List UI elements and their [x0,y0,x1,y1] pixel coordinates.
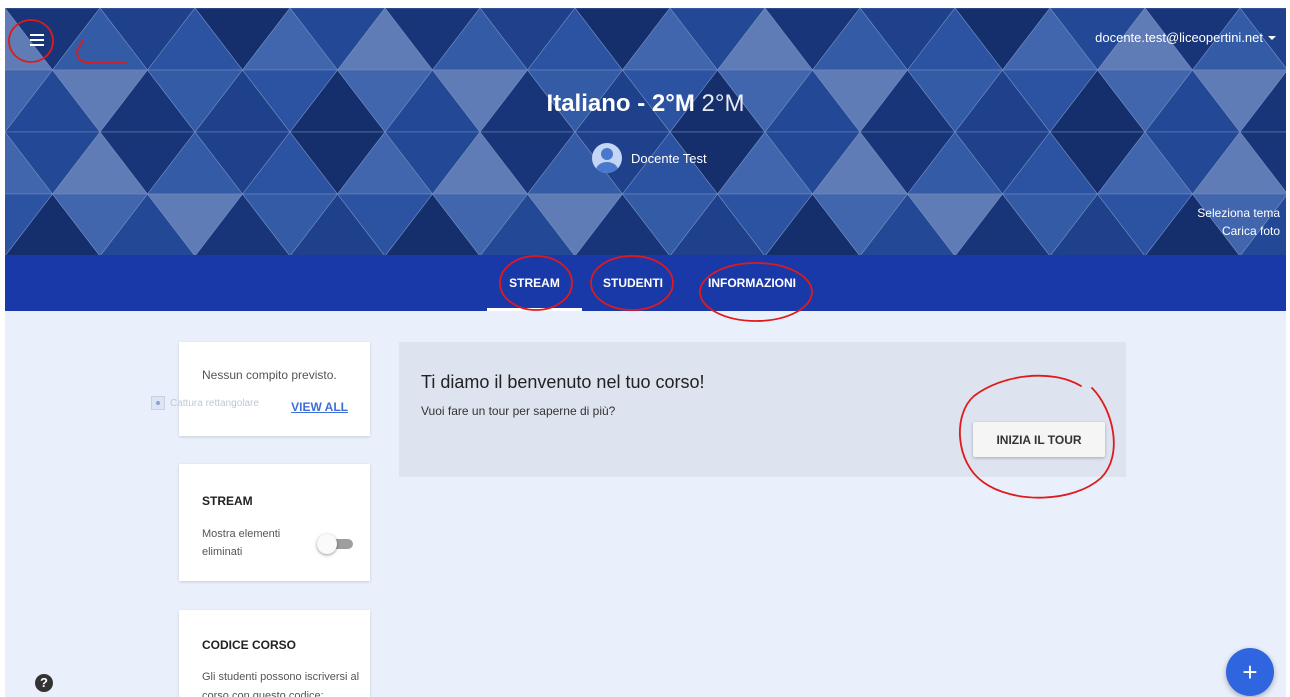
no-homework-text: Nessun compito previsto. [202,368,337,382]
welcome-title: Ti diamo il benvenuto nel tuo corso! [421,372,705,392]
start-tour-button[interactable]: INIZIA IL TOUR [973,422,1105,457]
class-name: Italiano - 2°M [546,90,695,117]
tab-studenti[interactable]: STUDENTI [590,255,676,311]
capture-label: Cattura rettangolare [170,397,259,409]
class-section: 2°M [701,90,745,117]
capture-tooltip: Cattura rettangolare [151,396,259,410]
show-deleted-toggle[interactable] [317,534,353,554]
upcoming-card: Nessun compito previsto. VIEW ALL [179,342,370,436]
teacher-info[interactable]: Docente Test [592,143,707,173]
classroom-window: docente.test@liceopertini.net Italiano -… [5,8,1286,697]
theme-links: Seleziona tema Carica foto [1197,204,1280,240]
banner-pattern [5,8,1286,255]
view-all-link[interactable]: VIEW ALL [291,400,348,414]
main-menu-button[interactable] [19,22,55,58]
banner-shade [5,8,1286,255]
avatar-icon [592,143,622,173]
capture-icon [151,396,165,410]
menu-icon-line [30,44,44,46]
tab-informazioni[interactable]: INFORMAZIONI [700,255,804,311]
welcome-subtitle: Vuoi fare un tour per saperne di più? [421,404,616,418]
class-code-description: Gli studenti possono iscriversi al corso… [202,671,360,697]
stream-settings-title: STREAM [202,494,253,508]
menu-icon-line [30,39,44,41]
welcome-panel: Ti diamo il benvenuto nel tuo corso! Vuo… [399,342,1126,477]
dropdown-caret-icon [1268,35,1276,40]
add-icon[interactable]: + [1226,648,1274,696]
show-deleted-label: Mostra elementi eliminati [202,528,281,558]
tab-stream[interactable]: STREAM [487,255,582,311]
teacher-name: Docente Test [631,150,707,166]
class-banner: docente.test@liceopertini.net Italiano -… [5,8,1286,255]
account-email: docente.test@liceopertini.net [1095,30,1263,45]
tab-bar: STREAM STUDENTI INFORMAZIONI [5,255,1286,311]
toggle-thumb [317,534,337,554]
class-title: Italiano - 2°M 2°M [5,90,1286,118]
menu-icon [30,34,44,36]
upload-photo-link[interactable]: Carica foto [1197,222,1280,240]
select-theme-link[interactable]: Seleziona tema [1197,204,1280,222]
class-code-title: CODICE CORSO [202,638,297,652]
account-menu[interactable]: docente.test@liceopertini.net [1095,30,1276,45]
class-code-card: CODICE CORSO Gli studenti possono iscriv… [179,610,370,697]
help-icon[interactable]: ? [35,674,53,692]
stream-settings-card: STREAM Mostra elementi eliminati [179,464,370,581]
